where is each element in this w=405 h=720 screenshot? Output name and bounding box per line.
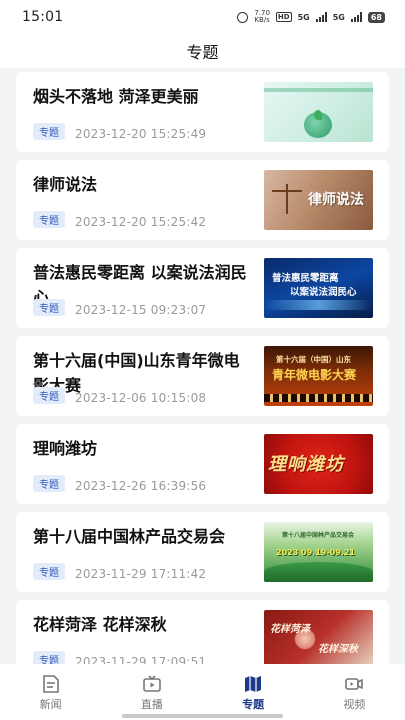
news-icon xyxy=(42,675,59,693)
topic-title: 律师说法 xyxy=(33,175,98,194)
topic-title: 烟头不落地 菏泽更美丽 xyxy=(33,87,199,106)
thumbnail-text: 律师说法 xyxy=(308,192,364,208)
topic-time: 2023-11-29 17:09:51 xyxy=(75,655,207,664)
topic-card[interactable]: 第十六届(中国)山东青年微电影大赛 专题 2023-12-06 10:15:08… xyxy=(16,336,389,416)
topic-thumbnail xyxy=(264,82,373,142)
network-5g-label-1: 5G xyxy=(297,12,310,22)
topic-time: 2023-11-29 17:11:42 xyxy=(75,567,207,581)
thumbnail-text-line-1: 第十六届（中国）山东 xyxy=(276,355,351,364)
topic-card[interactable]: 理响潍坊 专题 2023-12-26 16:39:56 理响潍坊 xyxy=(16,424,389,504)
leaf-icon xyxy=(314,110,322,120)
page-title: 专题 xyxy=(186,43,219,62)
alarm-icon xyxy=(237,11,249,23)
topic-time: 2023-12-06 10:15:08 xyxy=(75,391,207,405)
topic-time: 2023-12-15 09:23:07 xyxy=(75,303,207,317)
topic-tag: 专题 xyxy=(33,475,65,492)
video-camera-icon xyxy=(345,678,364,690)
thumbnail-text-line-2: 青年微电影大赛 xyxy=(272,368,357,382)
network-5g-label-2: 5G xyxy=(332,12,345,22)
topic-card[interactable]: 第十八届中国林产品交易会 专题 2023-11-29 17:11:42 第十八届… xyxy=(16,512,389,592)
forest-hills-decoration xyxy=(264,562,373,582)
tab-topics[interactable]: 专题 xyxy=(203,664,304,720)
topic-card[interactable]: 律师说法 专题 2023-12-20 15:25:42 律师说法 xyxy=(16,160,389,240)
thumbnail-text-line-2: 花样深秋 xyxy=(318,644,358,655)
thumbnail-text: 理响潍坊 xyxy=(268,454,344,475)
topic-thumbnail: 律师说法 xyxy=(264,170,373,230)
status-time: 15:01 xyxy=(22,9,64,25)
tab-video[interactable]: 视频 xyxy=(304,664,405,720)
thumbnail-decoration xyxy=(264,88,373,92)
topic-map-icon xyxy=(245,676,262,692)
thumbnail-text-line-2: 2023 09.19-09.21 xyxy=(276,548,355,557)
signal-icon-2 xyxy=(350,12,362,22)
topic-card[interactable]: 花样菏泽 花样深秋 专题 2023-11-29 17:09:51 花样菏泽 花样… xyxy=(16,600,389,664)
topic-time: 2023-12-26 16:39:56 xyxy=(75,479,207,493)
topic-time: 2023-12-20 15:25:42 xyxy=(75,215,207,229)
tab-label: 新闻 xyxy=(39,698,62,711)
topic-tag: 专题 xyxy=(33,387,65,404)
topic-tag: 专题 xyxy=(33,123,65,140)
app-header: 专题 xyxy=(0,34,405,68)
film-strip-icon xyxy=(264,394,373,402)
topic-thumbnail: 花样菏泽 花样深秋 xyxy=(264,610,373,664)
topic-time: 2023-12-20 15:25:49 xyxy=(75,127,207,141)
topic-card[interactable]: 普法惠民零距离 以案说法润民心 专题 2023-12-15 09:23:07 普… xyxy=(16,248,389,328)
thumbnail-decoration xyxy=(264,300,373,310)
scale-beam xyxy=(272,190,302,192)
tab-label: 专题 xyxy=(242,698,265,711)
thumbnail-text-line-1: 第十八届中国林产品交易会 xyxy=(282,532,355,539)
tab-news[interactable]: 新闻 xyxy=(0,664,101,720)
topic-card[interactable]: 烟头不落地 菏泽更美丽 专题 2023-12-20 15:25:49 xyxy=(16,72,389,152)
topic-title: 第十八届中国林产品交易会 xyxy=(33,527,226,546)
topic-thumbnail: 第十八届中国林产品交易会 2023 09.19-09.21 xyxy=(264,522,373,582)
tab-label: 视频 xyxy=(343,698,366,711)
topic-thumbnail: 普法惠民零距离 以案说法润民心 xyxy=(264,258,373,318)
hd-badge: HD xyxy=(275,12,292,22)
topic-thumbnail: 理响潍坊 xyxy=(264,434,373,494)
bottom-tab-bar: 新闻 直播 专题 视频 xyxy=(0,664,405,720)
thumbnail-text-line-1: 花样菏泽 xyxy=(270,624,310,635)
thumbnail-text-line-1: 普法惠民零距离 xyxy=(272,273,339,284)
topic-tag: 专题 xyxy=(33,211,65,228)
thumbnail-text-line-2: 以案说法润民心 xyxy=(290,287,357,298)
status-icons: 7.70 KB/s HD 5G 5G 68 xyxy=(237,10,385,24)
topic-tag: 专题 xyxy=(33,651,65,664)
topic-thumbnail: 第十六届（中国）山东 青年微电影大赛 xyxy=(264,346,373,406)
scale-of-justice-icon xyxy=(286,184,288,214)
tab-label: 直播 xyxy=(140,698,163,711)
status-bar: 15:01 7.70 KB/s HD 5G 5G 68 xyxy=(0,0,405,34)
home-indicator[interactable] xyxy=(122,714,283,718)
live-tv-icon xyxy=(143,675,161,692)
network-speed-unit: KB/s xyxy=(254,16,270,24)
tab-live[interactable]: 直播 xyxy=(101,664,202,720)
topic-tag: 专题 xyxy=(33,563,65,580)
network-speed: 7.70 KB/s xyxy=(254,10,270,24)
topic-list[interactable]: 烟头不落地 菏泽更美丽 专题 2023-12-20 15:25:49 律师说法 … xyxy=(16,72,389,664)
topic-title: 花样菏泽 花样深秋 xyxy=(33,615,167,634)
signal-icon-1 xyxy=(315,12,327,22)
topic-tag: 专题 xyxy=(33,299,65,316)
topic-title: 理响潍坊 xyxy=(33,439,98,458)
battery-icon: 68 xyxy=(367,11,385,23)
